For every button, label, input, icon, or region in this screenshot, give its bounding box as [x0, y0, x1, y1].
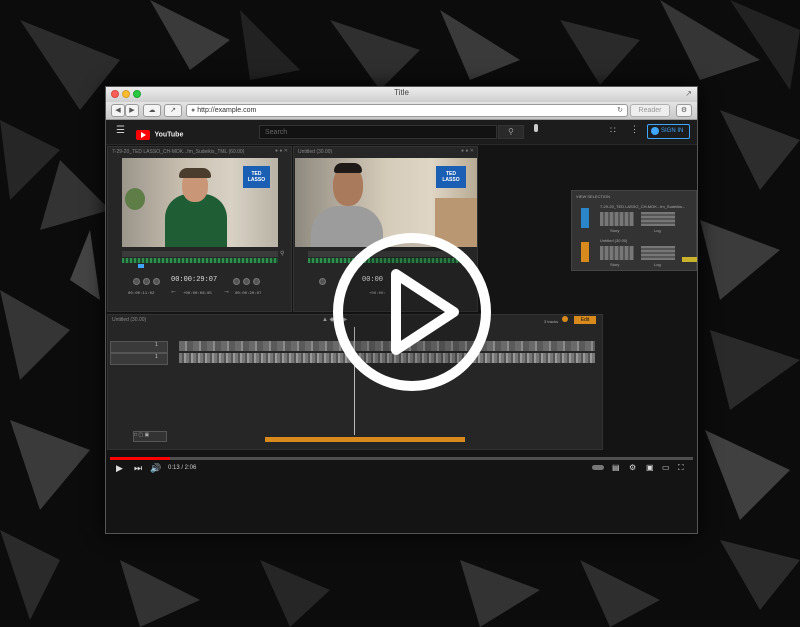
theater-mode-icon[interactable]: ▭ — [662, 463, 670, 472]
youtube-player-controls: ▶ ⏭ 🔊 0:13 / 2:06 ▤ ⚙ ▣ ▭ ⛶ — [106, 453, 697, 483]
set-in-arrow-icon[interactable]: ← — [170, 288, 177, 295]
source-playhead-marker — [138, 264, 144, 268]
go-to-start-button[interactable] — [133, 278, 140, 285]
search-button[interactable]: ⚲ — [498, 125, 524, 139]
source-audio-waveform — [122, 258, 278, 263]
selection-panel: VIEW SELECTION 7-29-20_TED LASSO_CH-MOK.… — [571, 190, 697, 271]
timeline-track-header-2[interactable]: 1 — [110, 353, 168, 365]
selection-item-2-log-label: Log — [654, 262, 661, 267]
go-to-end-button[interactable] — [253, 278, 260, 285]
reload-icon[interactable]: ↻ — [617, 105, 623, 116]
video-progress-track[interactable] — [110, 457, 693, 460]
step-back-button[interactable] — [143, 278, 150, 285]
time-display: 0:13 / 2:06 — [168, 465, 197, 471]
search-input[interactable]: Search — [259, 125, 497, 139]
track-2-number: 1 — [155, 354, 158, 360]
source-in-timecode: 00:00:11:02 — [128, 292, 155, 296]
fullscreen-icon[interactable]: ↗ — [685, 89, 692, 98]
source-out-timecode: 00:00:20:07 — [235, 292, 262, 296]
selection-item-2-thumb[interactable] — [581, 242, 589, 262]
autoplay-toggle[interactable] — [592, 465, 604, 470]
timeline-title: Untitled (30.00) — [112, 317, 147, 323]
selection-item-1-log-label: Log — [654, 228, 661, 233]
sign-in-button[interactable]: SIGN IN — [647, 124, 690, 139]
fullscreen-toggle-icon[interactable]: ⛶ — [678, 463, 684, 473]
show-logo-badge: TED LASSO — [243, 166, 270, 188]
source-video-frame[interactable]: TED LASSO — [122, 158, 278, 247]
plant-decoration — [125, 188, 145, 210]
play-forward-button[interactable] — [233, 278, 240, 285]
source-person-cap — [179, 168, 211, 178]
timeline-zoom-controls[interactable]: □ ▢ ▣ — [133, 431, 167, 442]
source-scrub-bar[interactable] — [122, 251, 278, 257]
settings-icon[interactable]: ⚙ — [676, 104, 692, 117]
play-reverse-button[interactable] — [153, 278, 160, 285]
miniplayer-icon[interactable]: ▣ — [646, 463, 654, 472]
share-icon[interactable]: ↗ — [164, 104, 182, 117]
menu-icon[interactable]: ☰ — [116, 125, 125, 136]
selection-panel-title: VIEW SELECTION — [576, 194, 611, 199]
window-title: Title — [394, 88, 409, 97]
video-progress-fill — [110, 457, 170, 460]
more-options-icon[interactable]: ⋮ — [630, 124, 639, 135]
timeline-tracks-label: 3 tracks — [544, 319, 559, 324]
record-sequence-title: Untitled (30.00) — [298, 149, 333, 155]
selection-item-1-thumb[interactable] — [581, 208, 589, 228]
source-viewer-controls-icon[interactable]: ● ● ✕ — [275, 148, 288, 154]
record-person-hair — [334, 163, 362, 173]
volume-icon[interactable]: 🔊 — [150, 463, 161, 474]
youtube-logo[interactable]: YouTube — [136, 126, 183, 144]
cloud-icon[interactable]: ☁ — [143, 104, 161, 117]
back-button[interactable]: ◀ — [111, 104, 125, 117]
timeline-settings-icon[interactable] — [562, 316, 568, 322]
sign-in-label: SIGN IN — [661, 128, 684, 134]
selection-item-1-name: 7-29-20_TED LASSO_CH-MOK...fm_Sudeikis..… — [600, 204, 686, 209]
url-text: http://example.com — [197, 107, 257, 114]
window-titlebar: Title ↗ — [106, 87, 697, 103]
set-out-arrow-icon[interactable]: → — [223, 288, 230, 295]
timeline-track-header-1[interactable]: 1 — [110, 341, 168, 353]
search-icon: ⚲ — [508, 127, 514, 136]
step-forward-button[interactable] — [243, 278, 250, 285]
track-1-number: 1 — [155, 342, 158, 348]
selection-item-2-story-grid[interactable] — [600, 246, 634, 260]
youtube-play-icon — [136, 129, 150, 140]
account-icon — [651, 127, 659, 135]
selection-item-1-story-grid[interactable] — [600, 212, 634, 226]
source-timecode: 00:00:29:07 — [171, 276, 218, 284]
show-logo-badge: TED LASSO — [436, 166, 466, 188]
selection-item-2-marker — [682, 257, 697, 262]
forward-button[interactable]: ▶ — [125, 104, 139, 117]
record-step-back-button[interactable] — [319, 278, 326, 285]
source-duration-timecode: +00:00:08:05 — [183, 292, 212, 296]
large-play-overlay-icon[interactable] — [330, 230, 494, 394]
selection-item-2-story-label: Story — [610, 262, 620, 267]
next-button[interactable]: ⏭ — [134, 463, 142, 474]
play-button[interactable]: ▶ — [116, 463, 123, 474]
selection-item-1-log-grid[interactable] — [641, 212, 675, 226]
selection-item-1-story-label: Story — [610, 228, 620, 233]
microphone-icon[interactable] — [534, 124, 538, 132]
zoom-icon[interactable]: ⚲ — [280, 250, 284, 257]
apps-grid-icon[interactable]: ∷ — [610, 125, 616, 136]
browser-toolbar: ◀ ▶ ☁ ↗ ● http://example.com ↻ Reader ⚙ — [106, 102, 697, 120]
selection-item-2-log-grid[interactable] — [641, 246, 675, 260]
source-viewer-panel: 7-29-20_TED LASSO_CH-MOK...fm_Sudeikis_T… — [107, 146, 292, 312]
source-clip-title: 7-29-20_TED LASSO_CH-MOK...fm_Sudeikis_T… — [112, 149, 245, 155]
subtitles-icon[interactable]: ▤ — [612, 463, 620, 472]
timeline-range-bar[interactable] — [265, 437, 465, 442]
reader-button[interactable]: Reader — [630, 104, 670, 117]
timeline-edit-button[interactable]: Edit — [574, 316, 596, 324]
selection-item-2-name: Untitled (30.00) — [600, 238, 628, 243]
page-icon: ● — [191, 107, 196, 114]
youtube-header: ☰ YouTube Search ⚲ ∷ ⋮ SIGN IN — [106, 120, 697, 145]
record-viewer-controls-icon[interactable]: ● ● ✕ — [461, 148, 474, 154]
youtube-logo-text: YouTube — [154, 131, 184, 139]
settings-gear-icon[interactable]: ⚙ — [629, 463, 636, 472]
address-bar[interactable]: ● http://example.com ↻ — [186, 104, 628, 117]
